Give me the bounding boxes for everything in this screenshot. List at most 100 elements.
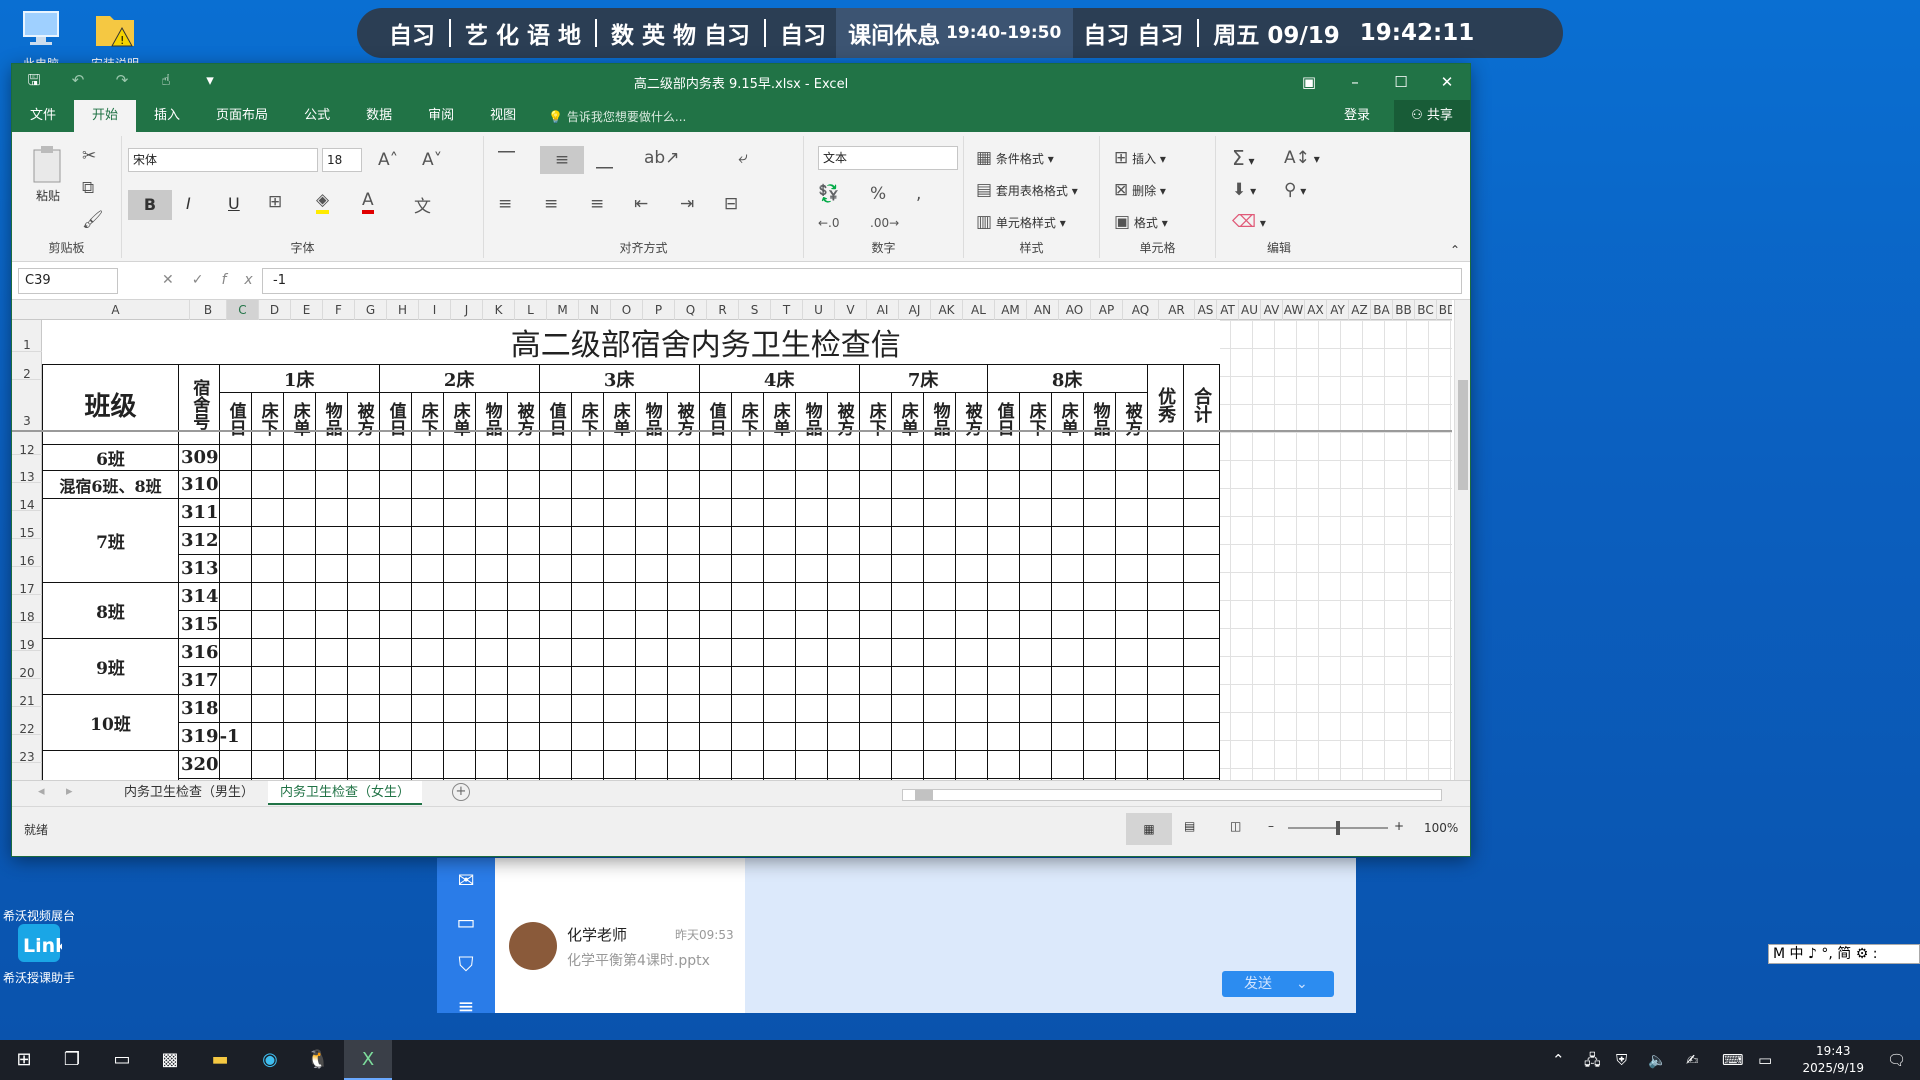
score-cell[interactable]	[826, 722, 860, 751]
score-cell[interactable]	[602, 444, 636, 471]
score-cell[interactable]	[858, 750, 892, 779]
font-color-icon[interactable]: A	[362, 190, 374, 214]
score-cell[interactable]	[314, 470, 348, 499]
score-cell[interactable]	[570, 722, 604, 751]
score-cell[interactable]	[506, 722, 540, 751]
sub-header[interactable]: 物品	[634, 392, 668, 445]
sub-header[interactable]: 被方	[346, 392, 380, 445]
score-cell[interactable]	[474, 722, 508, 751]
score-cell[interactable]	[954, 444, 988, 471]
bed-header[interactable]: 7床	[858, 364, 988, 393]
zoom-level[interactable]: 100%	[1424, 821, 1458, 835]
score-cell[interactable]	[410, 444, 444, 471]
score-cell[interactable]	[922, 722, 956, 751]
score-cell[interactable]	[1082, 694, 1116, 723]
score-cell[interactable]	[730, 694, 764, 723]
format-painter-icon[interactable]: 🖌	[82, 210, 104, 230]
sub-header[interactable]: 被方	[506, 392, 540, 445]
score-cell[interactable]	[698, 554, 732, 583]
class-cell[interactable]: 6班	[42, 444, 179, 471]
column-header[interactable]: AQ	[1123, 300, 1159, 320]
conditional-format-button[interactable]: ▦ 条件格式 ▾	[976, 148, 1054, 168]
score-cell[interactable]	[1050, 554, 1084, 583]
column-header[interactable]: AZ	[1349, 300, 1371, 320]
room-cell[interactable]: 311	[178, 498, 220, 527]
column-header[interactable]: V	[835, 300, 867, 320]
score-cell[interactable]	[474, 666, 508, 695]
score-cell[interactable]	[1114, 666, 1148, 695]
score-cell[interactable]	[442, 526, 476, 555]
score-cell[interactable]	[506, 470, 540, 499]
score-cell[interactable]	[506, 610, 540, 639]
score-cell[interactable]	[1146, 694, 1184, 723]
score-cell[interactable]	[1146, 638, 1184, 667]
score-cell[interactable]	[1146, 666, 1184, 695]
file-explorer-icon[interactable]: ▬	[196, 1040, 244, 1080]
score-cell[interactable]	[282, 666, 316, 695]
mail-icon[interactable]: ✉	[437, 868, 495, 892]
score-cell[interactable]	[954, 498, 988, 527]
sub-header[interactable]: 床下	[410, 392, 444, 445]
score-cell[interactable]	[1082, 750, 1116, 779]
score-cell[interactable]	[218, 666, 252, 695]
column-header[interactable]: E	[291, 300, 323, 320]
score-cell[interactable]	[442, 750, 476, 779]
score-cell[interactable]	[1182, 750, 1220, 779]
tab-file[interactable]: 文件	[12, 100, 74, 132]
sub-header[interactable]: 床单	[762, 392, 796, 445]
score-cell[interactable]	[634, 750, 668, 779]
score-cell[interactable]	[474, 526, 508, 555]
score-cell[interactable]	[1050, 666, 1084, 695]
score-cell[interactable]	[666, 750, 700, 779]
score-cell[interactable]	[730, 610, 764, 639]
align-right-icon[interactable]: ≡	[590, 194, 604, 214]
column-header[interactable]: AT	[1217, 300, 1239, 320]
score-cell[interactable]	[314, 722, 348, 751]
fill-icon[interactable]: ⬇ ▾	[1232, 180, 1256, 200]
score-cell[interactable]	[794, 750, 828, 779]
column-header[interactable]: AR	[1159, 300, 1195, 320]
score-cell[interactable]	[1114, 582, 1148, 611]
score-cell[interactable]	[1182, 722, 1220, 751]
score-cell[interactable]	[762, 610, 796, 639]
score-cell[interactable]	[1050, 498, 1084, 527]
row-header[interactable]: 19	[12, 623, 42, 652]
row-header[interactable]: 15	[12, 511, 42, 540]
score-cell[interactable]	[378, 554, 412, 583]
score-cell[interactable]	[986, 526, 1020, 555]
score-cell[interactable]	[346, 694, 380, 723]
score-cell[interactable]	[1018, 554, 1052, 583]
score-cell[interactable]	[954, 694, 988, 723]
score-cell[interactable]	[410, 750, 444, 779]
score-cell[interactable]	[602, 638, 636, 667]
send-button[interactable]: 发送 ⌄	[1222, 971, 1334, 997]
score-cell[interactable]	[346, 750, 380, 779]
score-cell[interactable]	[442, 470, 476, 499]
score-cell[interactable]	[442, 666, 476, 695]
score-cell[interactable]	[890, 582, 924, 611]
score-cell[interactable]	[1114, 526, 1148, 555]
currency-icon[interactable]: 💱	[818, 184, 839, 204]
score-cell[interactable]	[378, 666, 412, 695]
score-cell[interactable]	[1082, 470, 1116, 499]
score-cell[interactable]	[922, 750, 956, 779]
score-cell[interactable]	[570, 498, 604, 527]
column-header[interactable]: L	[515, 300, 547, 320]
score-cell[interactable]	[314, 526, 348, 555]
excel-taskbar-icon[interactable]: X	[344, 1040, 392, 1080]
score-cell[interactable]	[538, 610, 572, 639]
italic-button[interactable]: I	[186, 194, 191, 213]
score-cell[interactable]	[890, 750, 924, 779]
score-cell[interactable]	[762, 750, 796, 779]
volume-icon[interactable]: 🔈	[1648, 1040, 1667, 1080]
phonetic-icon[interactable]: 文	[414, 192, 431, 217]
score-cell[interactable]	[1146, 470, 1184, 499]
column-header[interactable]: N	[579, 300, 611, 320]
score-cell[interactable]	[250, 750, 284, 779]
score-cell[interactable]	[538, 582, 572, 611]
score-cell[interactable]	[442, 498, 476, 527]
score-cell[interactable]	[442, 554, 476, 583]
zoom-slider-thumb[interactable]	[1336, 821, 1340, 835]
score-cell[interactable]	[730, 526, 764, 555]
score-cell[interactable]	[826, 694, 860, 723]
